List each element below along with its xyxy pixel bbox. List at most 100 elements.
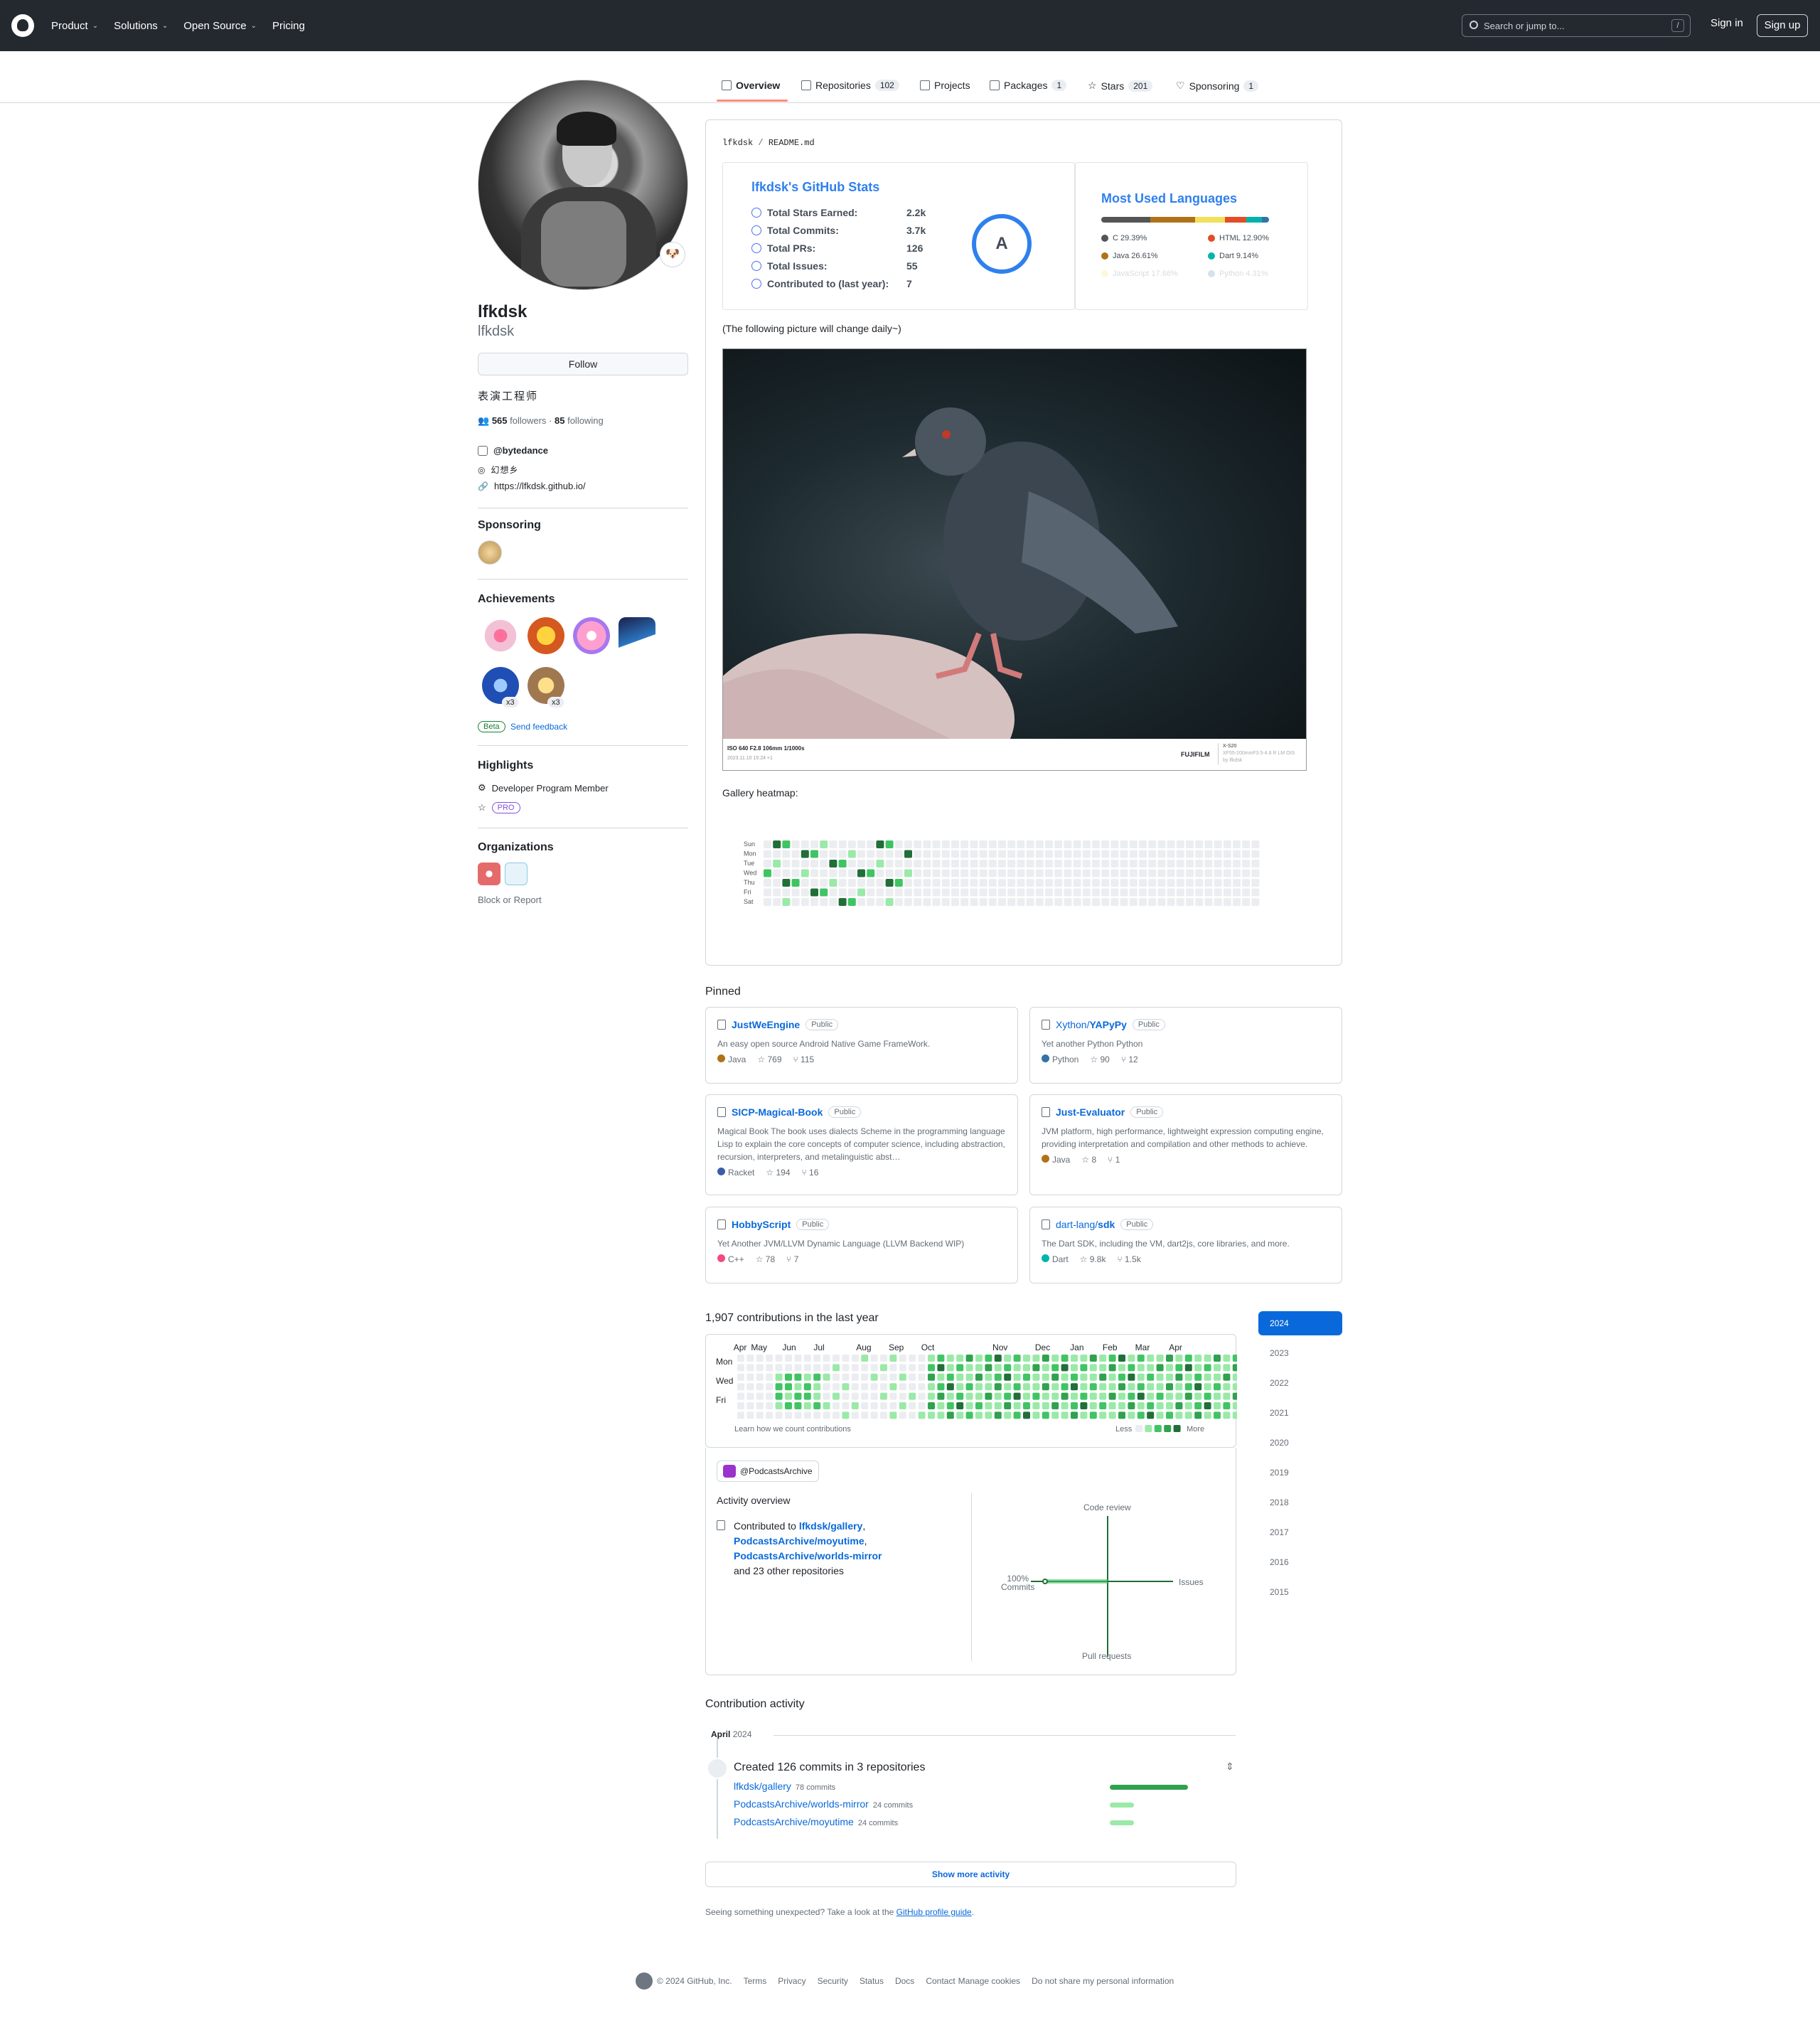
heatmap-cell[interactable] [1064, 879, 1072, 887]
contribution-day-cell[interactable] [880, 1364, 887, 1372]
heatmap-cell[interactable] [1082, 850, 1091, 858]
heatmap-cell[interactable] [1045, 879, 1053, 887]
contribution-day-cell[interactable] [1204, 1364, 1211, 1372]
contribution-day-cell[interactable] [1118, 1402, 1125, 1409]
contribution-day-cell[interactable] [1156, 1383, 1164, 1391]
contribution-day-cell[interactable] [1099, 1364, 1107, 1372]
heatmap-cell[interactable] [1035, 860, 1044, 867]
contribution-day-cell[interactable] [1108, 1355, 1116, 1362]
heatmap-cell[interactable] [923, 850, 931, 858]
contribution-day-cell[interactable] [946, 1402, 954, 1409]
contribution-day-cell[interactable] [851, 1355, 859, 1362]
contribution-day-cell[interactable] [861, 1373, 869, 1381]
heatmap-cell[interactable] [829, 840, 837, 848]
contribution-day-cell[interactable] [965, 1373, 973, 1381]
heatmap-cell[interactable] [1214, 869, 1222, 877]
contribution-day-cell[interactable] [899, 1364, 906, 1372]
heatmap-cell[interactable] [782, 869, 791, 877]
heatmap-cell[interactable] [1120, 869, 1128, 877]
contribution-day-cell[interactable] [1137, 1364, 1145, 1372]
year-link-2018[interactable]: 2018 [1258, 1490, 1342, 1515]
pinned-repo-link[interactable]: dart-lang/sdk [1056, 1219, 1115, 1230]
repo-link[interactable]: PodcastsArchive/worlds-mirror [734, 1550, 882, 1561]
contribution-day-cell[interactable] [775, 1392, 783, 1400]
contribution-day-cell[interactable] [1184, 1373, 1192, 1381]
heatmap-cell[interactable] [1120, 850, 1128, 858]
heatmap-cell[interactable] [1054, 850, 1063, 858]
contribution-day-cell[interactable] [1042, 1402, 1049, 1409]
footer-link[interactable]: Docs [895, 1976, 914, 1986]
heatmap-cell[interactable] [1017, 869, 1025, 877]
heatmap-cell[interactable] [1092, 879, 1100, 887]
contribution-day-cell[interactable] [889, 1355, 897, 1362]
heatmap-cell[interactable] [876, 860, 884, 867]
contribution-day-cell[interactable] [1223, 1355, 1231, 1362]
contribution-day-cell[interactable] [1156, 1364, 1164, 1372]
contribution-day-cell[interactable] [909, 1364, 916, 1372]
contribution-day-cell[interactable] [775, 1383, 783, 1391]
heatmap-cell[interactable] [1064, 840, 1072, 848]
contribution-day-cell[interactable] [756, 1364, 764, 1372]
heatmap-cell[interactable] [932, 869, 941, 877]
contribution-day-cell[interactable] [975, 1373, 983, 1381]
contribution-day-cell[interactable] [803, 1383, 811, 1391]
heatmap-cell[interactable] [1251, 898, 1260, 906]
contribution-day-cell[interactable] [785, 1383, 792, 1391]
heatmap-cell[interactable] [1223, 879, 1231, 887]
contribution-day-cell[interactable] [1204, 1355, 1211, 1362]
contribution-day-cell[interactable] [833, 1402, 840, 1409]
heatmap-cell[interactable] [1054, 898, 1063, 906]
contribution-day-cell[interactable] [975, 1364, 983, 1372]
contribution-day-cell[interactable] [785, 1402, 792, 1409]
heatmap-cell[interactable] [932, 840, 941, 848]
contribution-day-cell[interactable] [985, 1402, 992, 1409]
heatmap-cell[interactable] [773, 879, 781, 887]
contribution-day-cell[interactable] [1080, 1402, 1088, 1409]
heatmap-cell[interactable] [1233, 898, 1241, 906]
heatmap-cell[interactable] [885, 850, 894, 858]
heatmap-cell[interactable] [998, 888, 1006, 897]
year-link-2015[interactable]: 2015 [1258, 1580, 1342, 1604]
heatmap-cell[interactable] [867, 869, 875, 877]
contribution-day-cell[interactable] [1175, 1402, 1183, 1409]
contribution-day-cell[interactable] [946, 1383, 954, 1391]
contribution-day-cell[interactable] [756, 1383, 764, 1391]
heatmap-cell[interactable] [923, 879, 931, 887]
contribution-day-cell[interactable] [870, 1411, 878, 1419]
heatmap-cell[interactable] [1073, 869, 1081, 877]
contribution-day-cell[interactable] [1108, 1383, 1116, 1391]
contribution-day-cell[interactable] [1156, 1392, 1164, 1400]
nav-product[interactable]: Product ⌄ [51, 20, 98, 32]
heatmap-cell[interactable] [904, 879, 912, 887]
stargazers-link[interactable]: ☆ 8 [1081, 1155, 1096, 1165]
heatmap-cell[interactable] [1167, 850, 1175, 858]
heatmap-cell[interactable] [1242, 888, 1251, 897]
contribution-day-cell[interactable] [880, 1411, 887, 1419]
pinned-repo-link[interactable]: SICP-Magical-Book [732, 1106, 823, 1118]
contribution-day-cell[interactable] [1223, 1402, 1231, 1409]
contribution-day-cell[interactable] [899, 1411, 906, 1419]
contribution-day-cell[interactable] [1013, 1383, 1021, 1391]
heatmap-cell[interactable] [1233, 869, 1241, 877]
heatmap-cell[interactable] [857, 860, 865, 867]
contribution-day-cell[interactable] [1051, 1373, 1059, 1381]
heatmap-cell[interactable] [1120, 860, 1128, 867]
contribution-day-cell[interactable] [746, 1373, 754, 1381]
heatmap-cell[interactable] [1223, 869, 1231, 877]
contribution-day-cell[interactable] [1004, 1364, 1012, 1372]
heatmap-cell[interactable] [941, 879, 950, 887]
contribution-day-cell[interactable] [870, 1383, 878, 1391]
contribution-day-cell[interactable] [823, 1355, 830, 1362]
contribution-day-cell[interactable] [737, 1392, 744, 1400]
repo-link[interactable]: lfkdsk/gallery [799, 1520, 863, 1532]
contribution-day-cell[interactable] [1042, 1411, 1049, 1419]
heatmap-cell[interactable] [979, 898, 987, 906]
heatmap-cell[interactable] [1204, 888, 1213, 897]
contribution-day-cell[interactable] [985, 1364, 992, 1372]
contribution-day-cell[interactable] [1099, 1355, 1107, 1362]
contribution-day-cell[interactable] [1214, 1411, 1221, 1419]
heatmap-cell[interactable] [970, 888, 978, 897]
heatmap-cell[interactable] [979, 888, 987, 897]
heatmap-cell[interactable] [838, 850, 847, 858]
contribution-day-cell[interactable] [909, 1383, 916, 1391]
